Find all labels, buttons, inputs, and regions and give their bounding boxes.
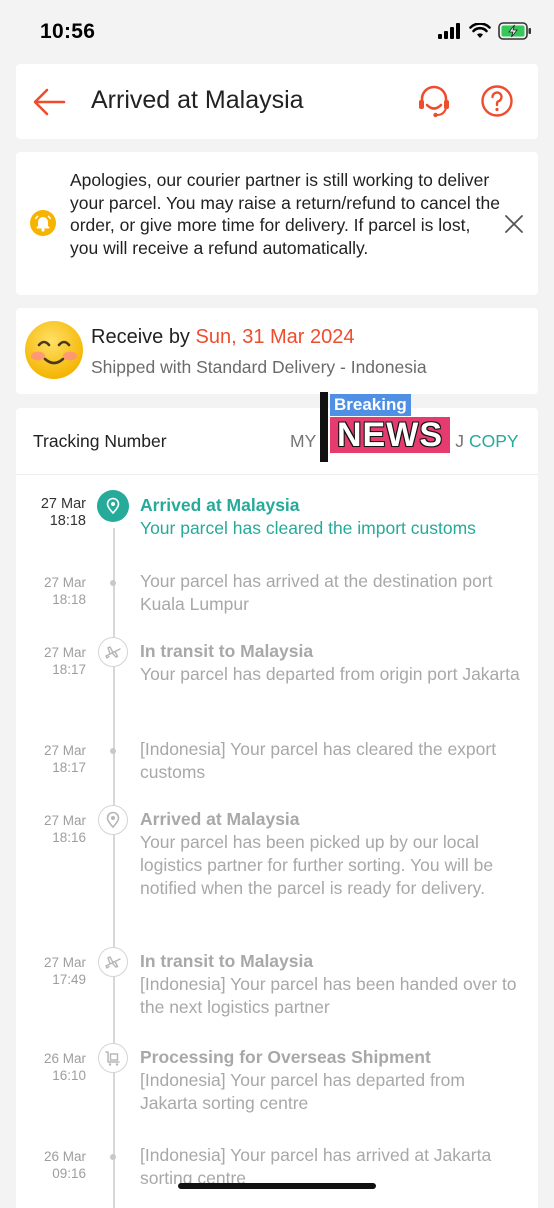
notice-text: Apologies, our courier partner is still … <box>70 170 500 258</box>
event-date: 27 Mar <box>40 496 86 512</box>
smiley-face-icon <box>25 321 83 379</box>
location-pin-icon <box>97 490 129 522</box>
event-date: 27 Mar <box>43 955 86 970</box>
help-icon[interactable] <box>480 84 514 118</box>
event-title: Arrived at Malaysia <box>140 495 300 515</box>
event-time: 17:49 <box>52 972 86 987</box>
tracking-number-label: Tracking Number <box>33 431 167 451</box>
receive-by-line: Receive by Sun, 31 Mar 2024 <box>91 326 355 349</box>
event-title: Arrived at Malaysia <box>140 809 300 829</box>
location-pin-icon <box>98 805 128 835</box>
customer-support-icon[interactable] <box>416 84 452 120</box>
event-title: Processing for Overseas Shipment <box>140 1047 431 1067</box>
home-indicator <box>178 1183 376 1189</box>
breaking-tag: Breaking <box>330 394 411 416</box>
event-timestamp: 26 Mar 16:10 <box>16 1050 86 1084</box>
breaking-news-overlay: Breaking NEWS <box>320 392 452 462</box>
timeline-dot <box>110 580 116 586</box>
signal-icon <box>438 23 460 39</box>
airplane-icon <box>98 947 128 977</box>
event-description: [Indonesia] Your parcel has cleared the … <box>140 739 497 782</box>
event-content: In transit to Malaysia [Indonesia] Your p… <box>140 950 525 1019</box>
battery-charging-icon <box>498 22 531 40</box>
event-date: 27 Mar <box>43 575 86 590</box>
event-description: Your parcel has cleared the import custo… <box>140 518 476 538</box>
event-description: [Indonesia] Your parcel has departed fro… <box>140 1070 465 1113</box>
copy-button[interactable]: COPY <box>469 431 519 452</box>
event-content: Arrived at Malaysia Your parcel has been … <box>140 808 525 900</box>
airplane-icon <box>98 637 128 667</box>
event-description: [Indonesia] Your parcel has been handed … <box>140 974 517 1017</box>
status-time: 10:56 <box>40 20 96 43</box>
event-time: 18:17 <box>52 662 86 677</box>
event-content: [Indonesia] Your parcel has cleared the … <box>140 738 525 784</box>
tracking-card: Tracking Number MY J COPY 27 Mar 18:18 Arri… <box>16 408 538 1208</box>
event-time: 18:16 <box>52 830 86 845</box>
event-content: Processing for Overseas Shipment [Indones… <box>140 1046 525 1115</box>
event-description: Your parcel has arrived at the destinati… <box>140 571 493 614</box>
event-title: In transit to Malaysia <box>140 641 314 661</box>
event-time: 16:10 <box>52 1068 86 1083</box>
receive-by-date: Sun, 31 Mar 2024 <box>195 326 355 348</box>
tracking-number-row: Tracking Number MY J COPY <box>16 408 538 475</box>
tracking-number-prefix: MY <box>290 431 317 451</box>
event-date: 27 Mar <box>43 645 86 660</box>
timeline-dot <box>110 748 116 754</box>
delay-notice: Apologies, our courier partner is still … <box>16 152 538 295</box>
back-arrow-icon[interactable] <box>32 86 66 118</box>
news-banner: NEWS <box>330 417 450 453</box>
close-icon[interactable] <box>503 213 525 235</box>
event-description: Your parcel has departed from origin por… <box>140 664 520 684</box>
event-content: Arrived at Malaysia Your parcel has clear… <box>140 494 525 540</box>
event-timestamp: 27 Mar 18:16 <box>16 812 86 846</box>
event-date: 26 Mar <box>43 1051 86 1066</box>
event-date: 27 Mar <box>43 813 86 828</box>
event-timestamp: 27 Mar 18:18 <box>16 574 86 608</box>
overlay-bar <box>320 392 328 462</box>
status-bar: 10:56 <box>0 0 554 62</box>
event-timestamp: 26 Mar 09:16 <box>16 1148 86 1182</box>
event-date: 27 Mar <box>43 743 86 758</box>
wifi-icon <box>469 23 491 38</box>
status-icons <box>438 22 532 40</box>
bell-icon <box>30 210 56 236</box>
event-time: 18:18 <box>52 592 86 607</box>
event-content: Your parcel has arrived at the destinati… <box>140 570 525 616</box>
event-time: 18:18 <box>49 513 86 529</box>
event-time: 18:17 <box>52 760 86 775</box>
cart-icon <box>98 1043 128 1073</box>
page-title: Arrived at Malaysia <box>91 86 304 114</box>
event-timestamp: 27 Mar 18:18 <box>16 496 86 530</box>
event-title: In transit to Malaysia <box>140 951 314 971</box>
shipping-method: Shipped with Standard Delivery - Indones… <box>91 357 427 377</box>
timeline-line <box>113 528 115 1208</box>
event-date: 26 Mar <box>43 1149 86 1164</box>
delivery-estimate: Receive by Sun, 31 Mar 2024 Shipped with… <box>16 308 538 394</box>
event-content: In transit to Malaysia Your parcel has de… <box>140 640 525 686</box>
event-timestamp: 27 Mar 17:49 <box>16 954 86 988</box>
receive-by-label: Receive by <box>91 326 190 348</box>
timeline-dot <box>110 1154 116 1160</box>
header-bar: Arrived at Malaysia <box>16 64 538 139</box>
event-time: 09:16 <box>52 1166 86 1181</box>
event-timestamp: 27 Mar 18:17 <box>16 644 86 678</box>
event-description: Your parcel has been picked up by our lo… <box>140 832 494 898</box>
tracking-number-suffix: J <box>455 431 464 451</box>
event-timestamp: 27 Mar 18:17 <box>16 742 86 776</box>
